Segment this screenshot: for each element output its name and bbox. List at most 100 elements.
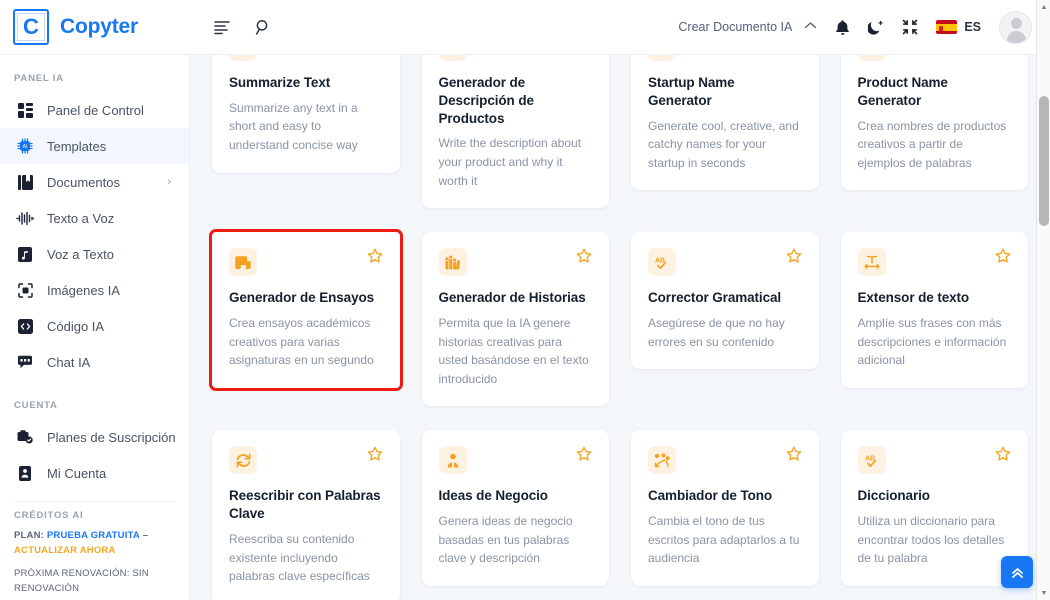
scrollbar-up-arrow[interactable]: ▲ bbox=[1037, 0, 1050, 14]
refresh-icon bbox=[229, 446, 257, 475]
sidebar-item-label: Planes de Suscripción bbox=[47, 429, 176, 445]
template-card[interactable]: Extensor de texto Amplíe sus frases con m… bbox=[840, 232, 1028, 388]
favorite-star-icon[interactable] bbox=[786, 446, 802, 466]
card-header bbox=[648, 55, 802, 61]
fullscreen-icon[interactable] bbox=[902, 19, 918, 35]
card-header bbox=[438, 248, 593, 277]
tone-icon bbox=[648, 446, 676, 475]
code-icon bbox=[16, 318, 34, 334]
card-description: Utiliza un diccionario para encontrar to… bbox=[857, 514, 1005, 566]
card-description: Write the description about your product… bbox=[438, 136, 582, 188]
sidebar-item-mi-cuenta[interactable]: Mi Cuenta bbox=[0, 455, 189, 491]
checklist-icon bbox=[438, 55, 467, 61]
templates-main: Summarize Text Summarize any text in a sh… bbox=[190, 55, 1050, 600]
card-title: Reescribir con Palabras Clave bbox=[229, 488, 381, 522]
dashboard-icon bbox=[16, 102, 34, 118]
create-document-button[interactable]: Crear Documento IA bbox=[678, 20, 792, 34]
spellcheck-icon: AB bbox=[648, 248, 676, 277]
card-header bbox=[438, 446, 593, 475]
favorite-star-icon[interactable] bbox=[576, 446, 592, 466]
template-card[interactable]: AB Corrector Gramatical Asegúrese de que n… bbox=[631, 232, 819, 370]
sidebar-item-documentos[interactable]: Documentos › bbox=[0, 164, 189, 200]
templates-grid: Summarize Text Summarize any text in a sh… bbox=[209, 55, 1028, 600]
plan-value: PRUEBA GRATUITA bbox=[46, 530, 140, 541]
sidebar-item-chat-ia[interactable]: Chat IA bbox=[0, 344, 189, 380]
scrollbar-down-arrow[interactable]: ▼ bbox=[1037, 586, 1050, 600]
card-title: Ideas de Negocio bbox=[438, 488, 549, 504]
template-card[interactable]: Generador de Historias Permita que la IA … bbox=[421, 232, 609, 407]
renewal-line: PRÓXIMA RENOVACIÓN: SIN RENOVACIÓN bbox=[14, 568, 149, 595]
image-scan-icon bbox=[16, 282, 34, 298]
card-header bbox=[648, 446, 802, 475]
card-description: Genera ideas de negocio basadas en tus p… bbox=[438, 514, 573, 566]
sidebar-item-voz-a-texto[interactable]: Voz a Texto bbox=[0, 236, 189, 272]
avatar[interactable] bbox=[999, 10, 1032, 44]
card-title: Cambiador de Tono bbox=[648, 488, 773, 504]
favorite-star-icon[interactable] bbox=[367, 446, 383, 466]
card-header bbox=[438, 55, 593, 61]
favorite-star-icon[interactable] bbox=[786, 248, 802, 268]
chat-icon bbox=[16, 355, 34, 370]
logo-letter: C bbox=[23, 14, 39, 39]
sidebar-item-templates[interactable]: AI Templates bbox=[0, 128, 189, 164]
favorite-star-icon[interactable] bbox=[576, 248, 592, 268]
sidebar-item-label: Voz a Texto bbox=[47, 246, 114, 262]
sidebar: PANEL IA Panel de Control AI Templates D… bbox=[0, 55, 190, 600]
card-title: Product Name Generator bbox=[857, 75, 948, 108]
sidebar-item-planes-de-suscripcion[interactable]: Planes de Suscripción bbox=[0, 419, 189, 455]
sidebar-item-texto-a-voz[interactable]: Texto a Voz bbox=[0, 200, 189, 236]
chevron-up-icon[interactable] bbox=[804, 21, 817, 33]
card-title: Generador de Historias bbox=[438, 290, 586, 306]
sidebar-item-label: Chat IA bbox=[47, 354, 91, 370]
product-box-icon bbox=[857, 55, 886, 61]
card-header bbox=[229, 446, 383, 475]
sidebar-section-panel: PANEL IA bbox=[14, 73, 64, 84]
sidebar-item-codigo-ia[interactable]: Código IA bbox=[0, 308, 189, 344]
card-description: Asegúrese de que no hay errores en su co… bbox=[648, 316, 785, 349]
sidebar-item-label: Mi Cuenta bbox=[47, 465, 107, 481]
waveform-icon bbox=[16, 211, 34, 226]
template-card[interactable]: Product Name Generator Crea nombres de pr… bbox=[840, 55, 1028, 191]
card-title: Diccionario bbox=[857, 488, 931, 504]
logo-icon: C bbox=[13, 9, 49, 45]
favorite-star-icon[interactable] bbox=[367, 248, 383, 268]
subscription-icon bbox=[16, 430, 34, 444]
template-card[interactable]: Generador de Descripción de Productos Wri… bbox=[421, 55, 609, 209]
template-card[interactable]: Ideas de Negocio Genera ideas de negocio … bbox=[421, 430, 609, 586]
card-title: Summarize Text bbox=[229, 75, 331, 90]
card-description: Amplíe sus frases con más descripciones … bbox=[857, 316, 1007, 368]
bell-icon[interactable] bbox=[835, 19, 850, 36]
app-body: PANEL IA Panel de Control AI Templates D… bbox=[0, 55, 1050, 600]
template-card[interactable]: Generador de Ensayos Crea ensayos académi… bbox=[209, 229, 403, 391]
favorite-star-icon[interactable] bbox=[995, 446, 1011, 466]
spellcheck-icon: AB bbox=[857, 446, 886, 475]
language-selector[interactable]: ES bbox=[936, 20, 981, 34]
browser-scrollbar[interactable]: ▲ ▼ bbox=[1036, 0, 1050, 600]
template-card[interactable]: Startup Name Generator Generate cool, cre… bbox=[631, 55, 819, 191]
card-title: Startup Name Generator bbox=[648, 75, 735, 108]
sidebar-section-credits: CRÉDITOS AI bbox=[14, 510, 84, 521]
template-card[interactable]: Summarize Text Summarize any text in a sh… bbox=[212, 55, 400, 173]
card-description: Cambia el tono de tus escritos para adap… bbox=[648, 514, 800, 566]
template-card[interactable]: Reescribir con Palabras Clave Reescriba s… bbox=[212, 430, 400, 600]
document-text-icon bbox=[229, 55, 257, 61]
lightbulb-icon bbox=[648, 55, 676, 61]
favorite-star-icon[interactable] bbox=[995, 248, 1011, 268]
card-header bbox=[229, 248, 383, 277]
brand-logo[interactable]: C Copyter bbox=[0, 9, 190, 45]
list-icon[interactable] bbox=[214, 20, 231, 35]
scroll-to-top-button[interactable] bbox=[1001, 556, 1033, 588]
template-card[interactable]: AB Diccionario Utiliza un diccionario para… bbox=[840, 430, 1028, 586]
card-title: Generador de Ensayos bbox=[229, 290, 375, 306]
card-header bbox=[857, 55, 1012, 61]
sidebar-item-imagenes-ia[interactable]: Imágenes IA bbox=[0, 272, 189, 308]
upgrade-link[interactable]: ACTUALIZAR AHORA bbox=[14, 545, 116, 556]
template-card[interactable]: Cambiador de Tono Cambia el tono de tus e… bbox=[631, 430, 819, 586]
scrollbar-thumb[interactable] bbox=[1039, 96, 1049, 226]
search-icon[interactable] bbox=[255, 19, 272, 36]
sidebar-item-panel-de-control[interactable]: Panel de Control bbox=[0, 92, 189, 128]
scroll-icon bbox=[229, 248, 257, 277]
moon-icon[interactable] bbox=[868, 19, 884, 36]
books-icon bbox=[438, 248, 467, 277]
card-description: Crea nombres de productos creativos a pa… bbox=[857, 118, 1007, 170]
